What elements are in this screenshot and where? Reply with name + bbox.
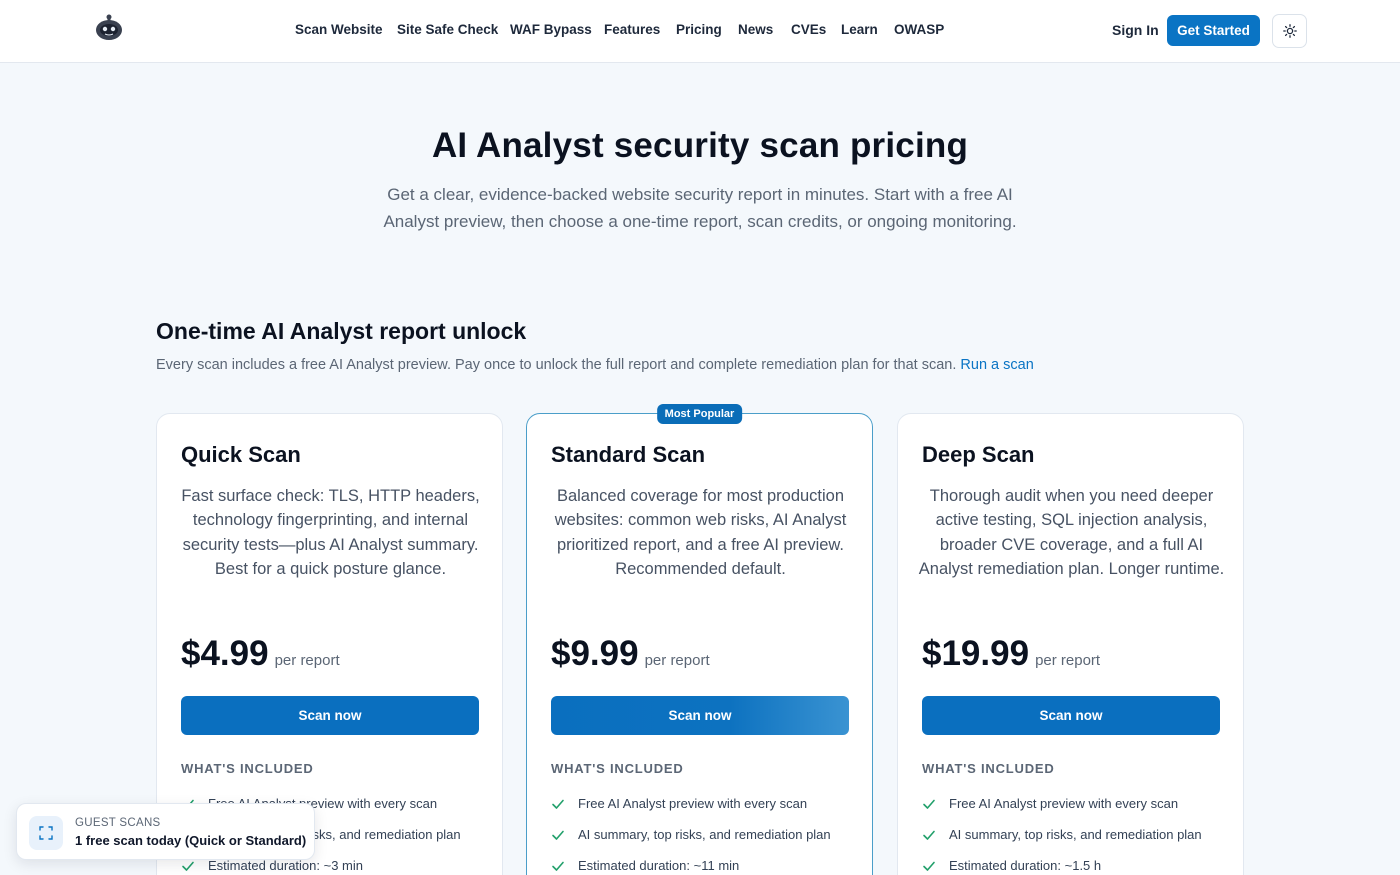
plan-price-unit: per report [1035,652,1101,669]
check-icon [923,799,935,809]
robot-logo-icon[interactable] [94,14,124,42]
guest-scans-text: 1 free scan today (Quick or Standard) [75,833,307,848]
plan-price-unit: per report [274,652,340,669]
feature-item: AI summary, top risks, and remediation p… [922,827,1202,842]
included-label: WHAT'S INCLUDED [551,761,684,776]
feature-item: Estimated duration: ~1.5 h [922,858,1101,873]
nav-learn[interactable]: Learn [841,22,878,37]
plan-description: Balanced coverage for most production we… [554,487,847,578]
plan-price-row: $4.99 per report [181,634,340,674]
feature-item: Estimated duration: ~3 min [181,858,363,873]
plan-price-row: $19.99 per report [922,634,1100,674]
feature-item: AI summary, top risks, and remediation p… [551,827,831,842]
plan-price-row: $9.99 per report [551,634,710,674]
feature-item: Estimated duration: ~11 min [551,858,739,873]
section-subtitle-text: Every scan includes a free AI Analyst pr… [156,357,957,373]
nav-features[interactable]: Features [604,22,660,37]
plan-price: $9.99 [551,634,639,673]
nav-site-safe-check[interactable]: Site Safe Check [397,22,498,37]
guest-scans-label: GUEST SCANS [75,817,161,829]
nav-waf-bypass[interactable]: WAF Bypass [510,22,592,37]
feature-text: AI summary, top risks, and remediation p… [578,827,831,842]
feature-item: Free AI Analyst preview with every scan [551,796,807,811]
scan-now-button[interactable]: Scan now [551,696,849,735]
plan-name: Standard Scan [551,442,706,467]
plan-price-unit: per report [644,652,710,669]
run-a-scan-link[interactable]: Run a scan [960,357,1033,373]
plan-card-deep: Deep Scan Thorough audit when you need d… [897,413,1244,875]
feature-text: Free AI Analyst preview with every scan [578,796,808,811]
feature-text: Estimated duration: ~11 min [578,858,740,873]
plan-name: Quick Scan [181,442,301,467]
sign-in-link[interactable]: Sign In [1112,22,1159,38]
check-icon [923,830,935,840]
feature-text: Free AI Analyst preview with every scan [949,796,1179,811]
plan-description: Fast surface check: TLS, HTTP headers, t… [181,487,480,578]
guest-scans-toast[interactable]: GUEST SCANS 1 free scan today (Quick or … [16,803,315,860]
check-icon [923,861,935,871]
theme-toggle-button[interactable] [1272,14,1307,48]
feature-item: Free AI Analyst preview with every scan [922,796,1178,811]
plan-name: Deep Scan [922,442,1035,467]
section-title: One-time AI Analyst report unlock [156,318,527,344]
plan-price: $19.99 [922,634,1030,673]
check-icon [552,830,564,840]
section-subtitle: Every scan includes a free AI Analyst pr… [156,357,1034,373]
nav-owasp[interactable]: OWASP [894,22,944,37]
check-icon [182,861,194,871]
get-started-button[interactable]: Get Started [1167,15,1260,46]
scan-now-button[interactable]: Scan now [922,696,1220,735]
scan-now-button[interactable]: Scan now [181,696,479,735]
feature-text: Estimated duration: ~1.5 h [949,858,1102,873]
nav-cves[interactable]: CVEs [791,22,826,37]
included-label: WHAT'S INCLUDED [922,761,1055,776]
nav-scan-website[interactable]: Scan Website [295,22,383,37]
plan-price: $4.99 [181,634,269,673]
page-subtitle: Get a clear, evidence-backed website sec… [383,185,1017,231]
check-icon [552,799,564,809]
nav-news[interactable]: News [738,22,773,37]
site-header: Scan Website Site Safe Check WAF Bypass … [0,0,1400,63]
sun-icon [1282,24,1297,38]
included-label: WHAT'S INCLUDED [181,761,314,776]
check-icon [552,861,564,871]
plan-description: Thorough audit when you need deeper acti… [918,487,1225,578]
most-popular-badge: Most Popular [656,404,743,424]
plan-card-standard: Most Popular Standard Scan Balanced cove… [526,404,873,875]
scan-frame-icon [29,816,63,850]
page-title: AI Analyst security scan pricing [431,126,969,165]
feature-text: Estimated duration: ~3 min [208,858,363,873]
nav-pricing[interactable]: Pricing [676,22,722,37]
feature-text: AI summary, top risks, and remediation p… [949,827,1202,842]
